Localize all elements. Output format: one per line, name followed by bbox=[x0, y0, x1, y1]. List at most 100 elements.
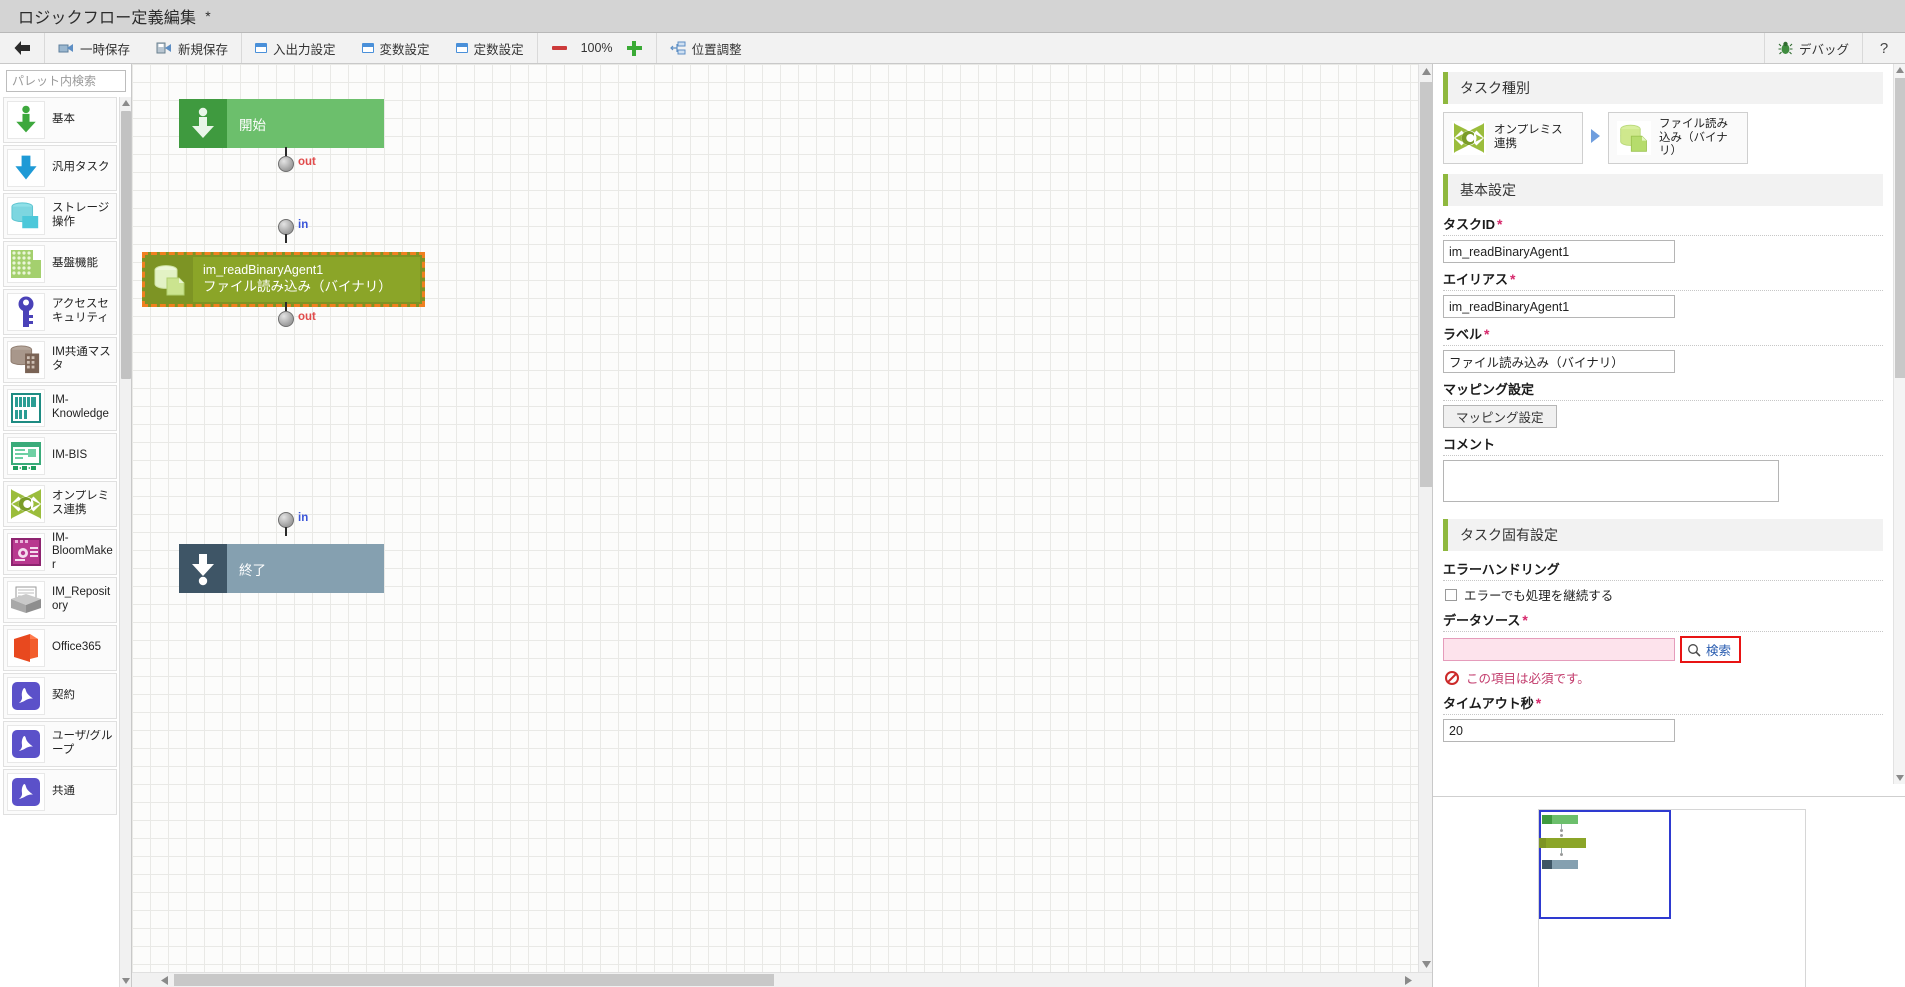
knowledge-books-icon bbox=[7, 389, 45, 427]
platform-grid-icon bbox=[7, 245, 45, 283]
task-out-port[interactable]: out bbox=[278, 302, 316, 327]
palette-item-2[interactable]: 汎用タスク bbox=[3, 145, 117, 191]
zoom-out-icon[interactable] bbox=[551, 46, 567, 50]
canvas-horizontal-scrollbar[interactable] bbox=[132, 972, 1432, 987]
task-in-port-label: in bbox=[298, 219, 309, 231]
logic-flow-editor: ロジックフロー定義編集 * 一時保存 新規保存 入出力設定 変数設定 定数設定 … bbox=[0, 0, 1905, 987]
minimap[interactable] bbox=[1538, 809, 1806, 987]
error-handling-label-text: エラーハンドリング bbox=[1443, 562, 1560, 577]
palette-item-5[interactable]: アクセスセキュリティ bbox=[3, 289, 117, 335]
task-category-card[interactable]: オンプレミス連携 bbox=[1443, 112, 1583, 164]
align-button[interactable]: 位置調整 bbox=[657, 33, 755, 63]
canvas-vertical-scrollbar[interactable] bbox=[1418, 64, 1432, 972]
palette-scroll-down-icon[interactable] bbox=[120, 975, 131, 987]
save-temp-icon bbox=[58, 41, 74, 55]
palette-item-15[interactable]: 共通 bbox=[3, 769, 117, 815]
palette-search-input[interactable] bbox=[6, 70, 126, 92]
property-panel: タスク種別 オンプレミス連携 ファイル読み込み（バイナリ） 基本設定 タスクID… bbox=[1432, 64, 1905, 987]
help-button[interactable]: ? bbox=[1863, 33, 1905, 63]
error-handling-label: エラーハンドリング bbox=[1443, 559, 1883, 581]
display-label-input[interactable] bbox=[1443, 350, 1675, 373]
timeout-input[interactable] bbox=[1443, 719, 1675, 742]
task-node-id: im_readBinaryAgent1 bbox=[203, 263, 324, 278]
end-in-port[interactable]: in bbox=[278, 512, 308, 536]
continue-on-error-row[interactable]: エラーでも処理を継続する bbox=[1445, 585, 1883, 604]
task-id-input[interactable] bbox=[1443, 240, 1675, 263]
property-scroll-thumb[interactable] bbox=[1895, 78, 1905, 378]
palette-item-10[interactable]: IM-BloomMaker bbox=[3, 529, 117, 575]
port-knob[interactable] bbox=[278, 219, 294, 235]
palette-item-3[interactable]: ストレージ操作 bbox=[3, 193, 117, 239]
canvas-scroll-left-icon[interactable] bbox=[157, 973, 172, 987]
property-scroll-down-icon[interactable] bbox=[1894, 772, 1905, 784]
port-knob[interactable] bbox=[278, 156, 294, 172]
task-in-port[interactable]: in bbox=[278, 219, 308, 243]
datasource-error-message: この項目は必須です。 bbox=[1466, 672, 1590, 686]
property-scroll-up-icon[interactable] bbox=[1894, 64, 1905, 76]
green-down-arrow-icon bbox=[7, 101, 45, 139]
canvas-horizontal-scroll-thumb[interactable] bbox=[174, 974, 774, 986]
start-node-body: 開始 bbox=[227, 99, 384, 148]
canvas-grid-background: 開始 out in im_readBinaryAgent1 ファイル読み込み（バ… bbox=[132, 64, 1418, 972]
pdf-icon bbox=[7, 773, 45, 811]
mapping-settings-button[interactable]: マッピング設定 bbox=[1443, 405, 1557, 428]
section-header-basic: 基本設定 bbox=[1443, 174, 1883, 206]
palette-item-label: Office365 bbox=[52, 641, 102, 654]
datasource-search-button[interactable]: 検索 bbox=[1680, 636, 1742, 663]
task-type-row: オンプレミス連携 ファイル読み込み（バイナリ） bbox=[1443, 112, 1883, 164]
palette-scrollbar[interactable] bbox=[119, 97, 131, 987]
palette-item-7[interactable]: IM-Knowledge bbox=[3, 385, 117, 431]
save-new-button[interactable]: 新規保存 bbox=[143, 33, 241, 63]
palette-item-9[interactable]: オンプレミス連携 bbox=[3, 481, 117, 527]
property-panel-scrollbar[interactable] bbox=[1893, 64, 1905, 784]
palette-item-8[interactable]: IM-BIS bbox=[3, 433, 117, 479]
port-knob[interactable] bbox=[278, 512, 294, 528]
debug-button[interactable]: デバッグ bbox=[1765, 33, 1862, 63]
palette-sidebar: 基本汎用タスクストレージ操作基盤機能アクセスセキュリティ IM共通マスタ IM-Kn… bbox=[0, 64, 132, 987]
end-node-title: 終了 bbox=[239, 562, 266, 578]
palette-item-13[interactable]: 契約 bbox=[3, 673, 117, 719]
datasource-input[interactable] bbox=[1443, 638, 1675, 661]
unsaved-marker: * bbox=[205, 8, 211, 24]
back-button[interactable] bbox=[0, 33, 44, 63]
save-temp-label: 一時保存 bbox=[80, 42, 131, 57]
required-marker: * bbox=[1484, 326, 1490, 342]
flow-canvas[interactable]: 開始 out in im_readBinaryAgent1 ファイル読み込み（バ… bbox=[132, 64, 1432, 987]
node-end[interactable]: 終了 bbox=[179, 544, 384, 593]
palette-item-12[interactable]: Office365 bbox=[3, 625, 117, 671]
canvas-scroll-down-icon[interactable] bbox=[1419, 957, 1432, 972]
mapping-label-text: マッピング設定 bbox=[1443, 382, 1535, 397]
palette-item-11[interactable]: IM_Repository bbox=[3, 577, 117, 623]
palette-scroll-up-icon[interactable] bbox=[120, 97, 131, 109]
canvas-vertical-scroll-thumb[interactable] bbox=[1420, 82, 1432, 487]
canvas-scroll-right-icon[interactable] bbox=[1401, 973, 1416, 987]
palette-item-14[interactable]: ユーザ/グループ bbox=[3, 721, 117, 767]
start-out-port[interactable]: out bbox=[278, 147, 316, 172]
back-arrow-icon bbox=[13, 40, 31, 56]
alias-input[interactable] bbox=[1443, 295, 1675, 318]
variable-settings-button[interactable]: 変数設定 bbox=[349, 33, 443, 63]
canvas-scroll-up-icon[interactable] bbox=[1419, 64, 1432, 79]
palette-scroll-thumb[interactable] bbox=[121, 111, 131, 379]
task-kind-card[interactable]: ファイル読み込み（バイナリ） bbox=[1608, 112, 1748, 164]
constant-settings-button[interactable]: 定数設定 bbox=[443, 33, 537, 63]
io-settings-button[interactable]: 入出力設定 bbox=[242, 33, 349, 63]
node-start[interactable]: 開始 bbox=[179, 99, 384, 148]
port-stem bbox=[285, 302, 287, 311]
palette-item-6[interactable]: IM共通マスタ bbox=[3, 337, 117, 383]
port-knob[interactable] bbox=[278, 311, 294, 327]
node-task-read-binary[interactable]: im_readBinaryAgent1 ファイル読み込み（バイナリ） bbox=[142, 252, 425, 307]
palette-item-1[interactable]: 基本 bbox=[3, 97, 117, 143]
palette-item-4[interactable]: 基盤機能 bbox=[3, 241, 117, 287]
save-temp-button[interactable]: 一時保存 bbox=[45, 33, 143, 63]
task-id-label-text: タスクID bbox=[1443, 217, 1496, 232]
continue-on-error-checkbox[interactable] bbox=[1445, 588, 1457, 601]
port-stem bbox=[285, 527, 287, 536]
bloommaker-icon bbox=[7, 533, 45, 571]
master-db-icon bbox=[7, 341, 45, 379]
task-category-label: オンプレミス連携 bbox=[1494, 124, 1563, 150]
palette-item-label: IM_Repository bbox=[52, 586, 111, 612]
comment-textarea[interactable] bbox=[1443, 460, 1779, 502]
palette-item-label: 共通 bbox=[52, 785, 75, 798]
zoom-in-icon[interactable] bbox=[626, 40, 642, 56]
